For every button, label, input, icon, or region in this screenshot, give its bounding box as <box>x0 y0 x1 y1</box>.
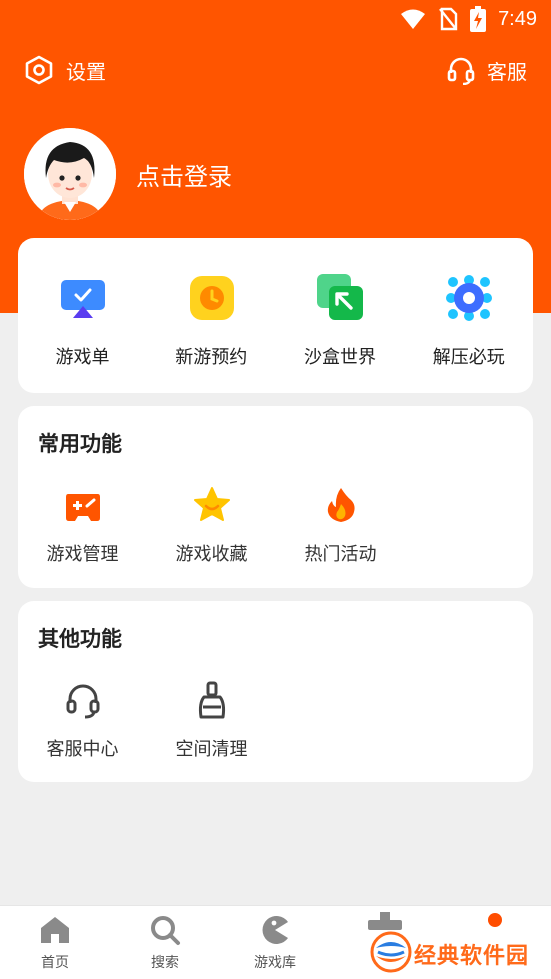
status-icons: 7:49 <box>400 6 537 32</box>
avatar-illustration <box>24 128 116 220</box>
watermark: 经典软件园 <box>366 918 546 976</box>
watermark-logo-icon <box>370 931 412 973</box>
quick-link-sandbox-world[interactable]: 沙盒世界 <box>276 238 405 393</box>
no-sim-icon <box>439 7 458 31</box>
quick-link-label: 解压必玩 <box>432 347 505 368</box>
status-time: 7:49 <box>498 7 537 30</box>
flame-icon <box>327 488 355 522</box>
nav-label: 搜索 <box>151 955 179 971</box>
feature-label: 热门活动 <box>304 544 377 565</box>
star-icon <box>194 487 230 521</box>
nav-item-search[interactable]: 搜索 <box>110 906 220 979</box>
feature-game-management[interactable]: 游戏管理 <box>18 486 147 576</box>
settings-label: 设置 <box>66 59 106 84</box>
feature-label: 游戏收藏 <box>175 544 248 565</box>
pacman-icon <box>262 916 288 944</box>
section-title: 常用功能 <box>38 432 122 456</box>
nav-item-game-library[interactable]: 游戏库 <box>220 906 330 979</box>
feature-game-favorites[interactable]: 游戏收藏 <box>147 486 276 576</box>
quick-link-label: 游戏单 <box>55 347 110 368</box>
watermark-text: 经典软件园 <box>414 944 530 969</box>
profile-section[interactable]: 点击登录 <box>24 128 232 220</box>
nav-item-home[interactable]: 首页 <box>0 906 110 979</box>
quick-link-new-game-reservation[interactable]: 新游预约 <box>147 238 276 393</box>
common-features-card: 常用功能 游戏管理 游戏收藏 热门活动 <box>18 406 533 588</box>
other-features-card: 其他功能 客服中心 空间清理 <box>18 601 533 782</box>
quick-link-label: 沙盒世界 <box>304 347 376 368</box>
settings-button[interactable]: 设置 <box>24 50 106 90</box>
section-title: 其他功能 <box>38 627 122 651</box>
wifi-icon <box>401 9 426 29</box>
top-actions: 设置 客服 <box>0 50 551 90</box>
feature-customer-service-center[interactable]: 客服中心 <box>18 681 147 771</box>
service-label: 客服 <box>487 59 527 84</box>
nav-label: 首页 <box>41 955 69 971</box>
customer-service-button[interactable]: 客服 <box>447 50 527 90</box>
clock-icon <box>189 276 234 320</box>
headset-icon <box>66 684 100 719</box>
feature-space-cleanup[interactable]: 空间清理 <box>147 681 276 771</box>
feature-label: 客服中心 <box>46 739 119 760</box>
feature-label: 空间清理 <box>175 739 248 760</box>
login-prompt[interactable]: 点击登录 <box>136 157 232 192</box>
dots-circle-icon <box>446 275 493 321</box>
nav-label: 游戏库 <box>254 955 296 971</box>
game-list-icon <box>61 280 105 318</box>
gamepad-icon <box>66 494 100 521</box>
quick-links-card: 游戏单 新游预约 沙盒世界 解压必玩 <box>18 238 533 393</box>
headset-icon <box>447 57 475 85</box>
feature-label: 游戏管理 <box>46 544 119 565</box>
avatar[interactable] <box>24 128 116 220</box>
quick-link-label: 新游预约 <box>175 347 248 368</box>
sandbox-icon <box>316 274 363 320</box>
quick-link-game-list[interactable]: 游戏单 <box>18 238 147 393</box>
quick-link-relax-must-play[interactable]: 解压必玩 <box>404 238 533 393</box>
status-bar: 7:49 <box>0 0 551 40</box>
search-icon <box>151 916 180 945</box>
home-icon <box>41 917 69 943</box>
feature-hot-events[interactable]: 热门活动 <box>276 486 405 576</box>
broom-icon <box>198 681 226 719</box>
settings-hexagon-icon <box>25 55 53 85</box>
battery-charging-icon <box>470 6 487 32</box>
